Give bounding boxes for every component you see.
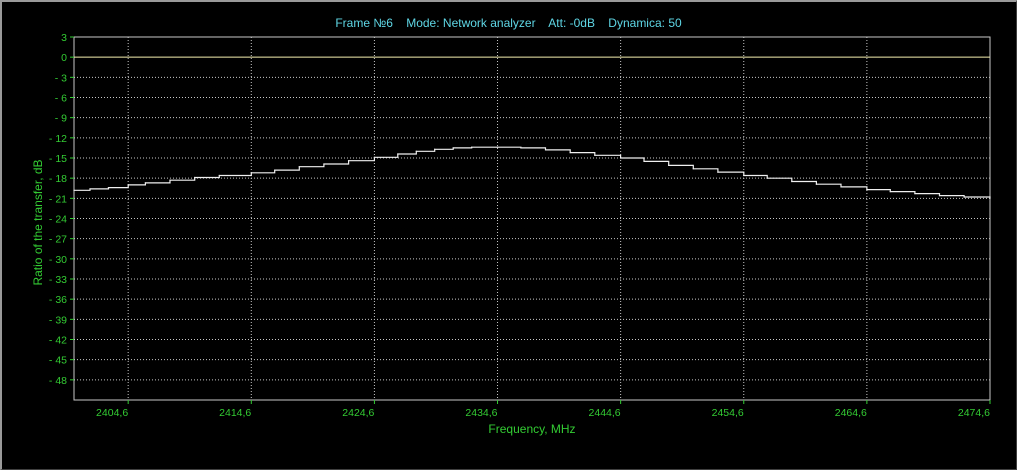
data-point bbox=[452, 147, 454, 149]
y-tick-label: 0 bbox=[61, 52, 67, 64]
x-tick-label: 2454,6 bbox=[712, 407, 744, 419]
data-point bbox=[840, 186, 842, 188]
y-tick-label: - 9 bbox=[55, 113, 67, 125]
y-tick-label: - 45 bbox=[49, 355, 67, 367]
x-tick-label: 2474,6 bbox=[958, 407, 990, 419]
data-point bbox=[668, 164, 670, 166]
analyzer-plot: 3 0 - 3 - 6 - 9 - 12 - 15 - 18 - 21 - 24 - 27 - 30 -… bbox=[31, 32, 991, 436]
plot-border bbox=[73, 36, 991, 401]
x-tick-label: 2424,6 bbox=[342, 407, 374, 419]
data-point bbox=[989, 197, 991, 199]
data-point bbox=[544, 149, 547, 151]
y-tick-label: - 30 bbox=[49, 254, 67, 266]
data-point bbox=[144, 182, 147, 184]
data-point bbox=[415, 150, 417, 152]
data-point bbox=[397, 153, 399, 155]
data-point bbox=[89, 188, 91, 190]
y-axis-ticks: 3 0 - 3 - 6 - 9 - 12 - 15 - 18 - 21 - 24 - 27 - 30 -… bbox=[49, 32, 74, 387]
x-tick-label: 2404,6 bbox=[96, 407, 128, 419]
trace-layer bbox=[73, 56, 991, 199]
data-point bbox=[717, 171, 719, 173]
x-axis-ticks: 2404,6 2414,6 2424,6 2434,6 2444,6 2454,6 2464… bbox=[96, 400, 991, 419]
x-tick-label: 2444,6 bbox=[589, 407, 621, 419]
data-point bbox=[889, 191, 891, 193]
data-point bbox=[743, 174, 745, 177]
data-point bbox=[218, 174, 220, 177]
data-point bbox=[643, 160, 645, 162]
y-tick-label: - 42 bbox=[49, 335, 67, 347]
y-tick-label: - 36 bbox=[49, 294, 67, 306]
data-point bbox=[594, 154, 596, 156]
y-tick-label: - 48 bbox=[49, 375, 67, 387]
data-point bbox=[194, 176, 196, 179]
data-point bbox=[169, 179, 171, 181]
y-tick-label: - 39 bbox=[49, 314, 67, 326]
x-tick-label: 2414,6 bbox=[219, 407, 251, 419]
data-point bbox=[914, 193, 916, 195]
data-point bbox=[298, 166, 300, 168]
x-axis-label: Frequency, MHz bbox=[488, 422, 575, 436]
data-point bbox=[520, 147, 522, 149]
y-tick-label: - 15 bbox=[49, 153, 67, 165]
x-tick-label: 2464,6 bbox=[835, 407, 867, 419]
y-tick-label: - 6 bbox=[55, 93, 67, 105]
y-tick-label: - 27 bbox=[49, 234, 67, 246]
y-tick-label: - 3 bbox=[55, 72, 67, 84]
data-point bbox=[107, 186, 110, 189]
y-tick-label: - 24 bbox=[49, 214, 67, 226]
data-point bbox=[496, 146, 499, 148]
y-tick-label: - 18 bbox=[49, 173, 67, 185]
data-point bbox=[373, 156, 376, 158]
data-point bbox=[692, 168, 694, 170]
data-point bbox=[569, 152, 571, 154]
data-point bbox=[250, 172, 252, 174]
y-tick-label: 3 bbox=[61, 32, 67, 44]
data-point bbox=[963, 196, 965, 198]
data-point bbox=[938, 195, 941, 197]
data-point bbox=[791, 180, 793, 183]
y-tick-label: - 21 bbox=[49, 193, 67, 205]
data-point bbox=[274, 169, 276, 171]
data-point bbox=[127, 184, 129, 186]
data-point bbox=[471, 146, 473, 148]
series-trace bbox=[74, 146, 991, 199]
data-point bbox=[620, 157, 622, 159]
data-point bbox=[73, 189, 75, 191]
y-axis-label: Ratio of the transfer, dB bbox=[31, 159, 45, 285]
y-tick-label: - 12 bbox=[49, 133, 67, 145]
plot-frame bbox=[73, 36, 991, 401]
data-point bbox=[766, 177, 768, 179]
data-point bbox=[866, 188, 868, 191]
data-point bbox=[815, 183, 818, 185]
x-tick-label: 2434,6 bbox=[465, 407, 497, 419]
data-point bbox=[347, 160, 350, 162]
y-tick-label: - 33 bbox=[49, 274, 67, 286]
data-point bbox=[323, 163, 325, 165]
data-point bbox=[434, 148, 436, 150]
grid bbox=[74, 36, 990, 400]
